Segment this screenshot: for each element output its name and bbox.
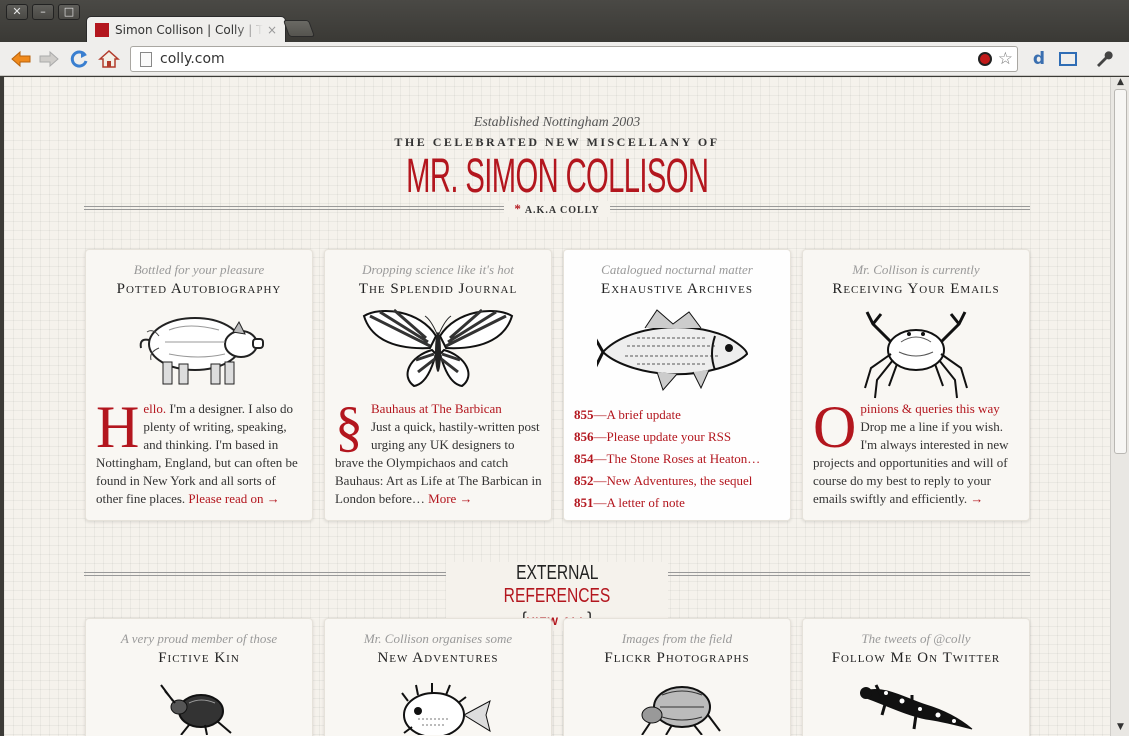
- card-new-adventures: Mr. Collison organises some New Adventur…: [324, 618, 552, 736]
- bauhaus-link[interactable]: Bauhaus at The Barbican: [371, 401, 502, 416]
- bookmark-star-icon[interactable]: ☆: [998, 49, 1013, 69]
- card-kicker: Mr. Collison is currently: [852, 262, 980, 277]
- card-title[interactable]: The Splendid Journal: [325, 281, 551, 298]
- forward-arrow-icon[interactable]: [38, 48, 60, 70]
- fish-illustration: [597, 309, 749, 391]
- scroll-thumb[interactable]: [1114, 89, 1127, 454]
- browser-tab[interactable]: Simon Collison | Colly | The ×: [86, 16, 286, 43]
- scroll-down-arrow-icon[interactable]: ▼: [1115, 722, 1126, 732]
- card-body: Opinions & queries this way Drop me a li…: [813, 394, 1009, 506]
- home-icon[interactable]: [98, 48, 120, 70]
- card-follow-twitter: The tweets of @colly Follow Me On Twitte…: [802, 618, 1030, 736]
- butterfly-illustration: [362, 308, 514, 388]
- card-flickr-photographs: Images from the field Flickr Photographs: [563, 618, 791, 736]
- established-line: Established Nottingham 2003: [473, 115, 641, 130]
- wrench-icon[interactable]: [1092, 48, 1114, 70]
- card-kicker: Mr. Collison organises some: [363, 631, 513, 646]
- archive-entry[interactable]: 855—A brief update: [574, 404, 760, 426]
- archive-entry[interactable]: 851—A letter of note: [574, 492, 760, 514]
- card-kicker: Images from the field: [621, 631, 733, 646]
- card-kicker: Dropping science like it's hot: [362, 262, 514, 277]
- archive-entry[interactable]: 856—Please update your RSS: [574, 426, 760, 448]
- page-icon: [140, 51, 152, 67]
- tab-close-icon[interactable]: ×: [267, 23, 277, 37]
- maximize-window-button[interactable]: □: [58, 4, 80, 20]
- opinions-link[interactable]: pinions & queries this way: [860, 401, 999, 416]
- card-kicker: Catalogued nocturnal matter: [601, 262, 753, 277]
- card-title[interactable]: Receiving Your Emails: [803, 281, 1029, 298]
- card-kicker: Bottled for your pleasure: [133, 262, 265, 277]
- crab-illustration: [864, 311, 968, 399]
- pig-illustration: [139, 317, 264, 385]
- card-receiving-emails: Mr. Collison is currently Receiving Your…: [802, 249, 1030, 521]
- reload-icon[interactable]: [68, 48, 90, 70]
- card-title[interactable]: New Adventures: [325, 650, 551, 667]
- blocked-content-icon[interactable]: [977, 52, 992, 66]
- card-title[interactable]: Fictive Kin: [86, 650, 312, 667]
- back-arrow-icon[interactable]: [10, 48, 32, 70]
- please-read-on-link[interactable]: Please read on →: [188, 491, 279, 506]
- window-titlebar: ✕ – □ Simon Collison | Colly | The ×: [0, 0, 1129, 43]
- card-title[interactable]: Potted Autobiography: [86, 281, 312, 298]
- more-link[interactable]: More →: [428, 491, 472, 506]
- card-kicker: The tweets of @colly: [861, 631, 971, 646]
- card-exhaustive-archives: Catalogued nocturnal matter Exhaustive A…: [563, 249, 791, 521]
- archive-entry[interactable]: 854—The Stone Roses at Heaton…: [574, 448, 760, 470]
- card-title[interactable]: Exhaustive Archives: [564, 281, 790, 298]
- card-kicker: A very proud member of those: [120, 631, 278, 646]
- close-window-button[interactable]: ✕: [6, 4, 28, 20]
- address-bar[interactable]: colly.com ☆: [130, 46, 1018, 72]
- section-mark: §: [335, 396, 363, 458]
- tab-title: Simon Collison | Colly | The: [115, 23, 263, 37]
- hello-link[interactable]: ello.: [143, 401, 166, 416]
- celebrated-line: THE CELEBRATED NEW MISCELLANY OF: [394, 135, 720, 149]
- favicon-icon: [95, 23, 109, 37]
- card-body: § Bauhaus at The Barbican Just a quick, ha…: [335, 396, 542, 506]
- dropcap: O: [813, 394, 857, 460]
- dropcap: H: [96, 394, 140, 460]
- vertical-scrollbar[interactable]: ▲ ▼: [1110, 77, 1129, 736]
- fullscreen-icon[interactable]: [1057, 48, 1079, 70]
- card-fictive-kin: A very proud member of those Fictive Kin: [85, 618, 313, 736]
- scroll-up-arrow-icon[interactable]: ▲: [1115, 77, 1126, 87]
- beetle-illustration: [160, 684, 232, 735]
- card-splendid-journal: Dropping science like it's hot The Splen…: [324, 249, 552, 521]
- archive-list: 855—A brief update 856—Please update you…: [574, 404, 760, 514]
- new-tab-button[interactable]: [282, 20, 316, 37]
- aka-label: * A.K.A COLLY: [504, 201, 610, 217]
- page-viewport: Established Nottingham 2003 THE CELEBRAT…: [4, 77, 1110, 736]
- browser-toolbar: colly.com ☆ d: [0, 42, 1129, 76]
- card-body: Hello. I'm a designer. I also do plenty …: [96, 394, 298, 506]
- archive-entry[interactable]: 852—New Adventures, the sequel: [574, 470, 760, 492]
- extension-d-icon[interactable]: d: [1028, 48, 1050, 70]
- minimize-window-button[interactable]: –: [32, 4, 54, 20]
- pufferfish-illustration: [401, 683, 491, 735]
- url-text: colly.com: [160, 51, 225, 67]
- card-potted-autobiography: Bottled for your pleasure Potted Autobio…: [85, 249, 313, 521]
- salamander-illustration: [860, 684, 973, 730]
- card-title[interactable]: Follow Me On Twitter: [803, 650, 1029, 667]
- site-title[interactable]: MR. SIMON COLLISON: [126, 149, 989, 205]
- card-title[interactable]: Flickr Photographs: [564, 650, 790, 667]
- email-arrow-link[interactable]: →: [970, 491, 983, 506]
- flea-illustration: [641, 686, 721, 735]
